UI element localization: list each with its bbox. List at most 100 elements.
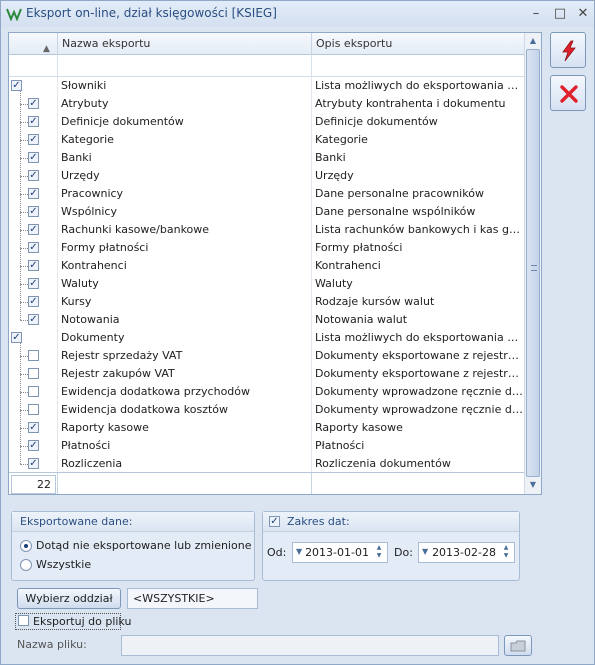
grid-filter-row[interactable]	[9, 55, 524, 77]
row-checkbox[interactable]: ✓	[28, 458, 39, 469]
date-spinner-icon[interactable]: ▲ ▼	[500, 544, 512, 560]
vertical-scrollbar[interactable]: ▲ ▼	[524, 33, 541, 494]
file-name-label: Nazwa pliku:	[17, 638, 87, 651]
row-checkbox[interactable]: ✓	[28, 440, 39, 451]
row-name: Banki	[61, 151, 92, 164]
row-count: 22	[11, 475, 56, 494]
tree-branch-line	[20, 343, 21, 464]
table-row[interactable]: Rejestr zakupów VAT Dokumenty eksportowan…	[9, 365, 524, 383]
row-checkbox[interactable]: ✓	[28, 296, 39, 307]
row-checkbox[interactable]: ✓	[28, 116, 39, 127]
row-name: Rozliczenia	[61, 457, 123, 470]
row-name: Dokumenty	[61, 331, 125, 344]
row-checkbox[interactable]: ✓	[28, 314, 39, 325]
row-name: Atrybuty	[61, 97, 109, 110]
calendar-dropdown-icon[interactable]: ▼	[422, 547, 428, 556]
table-row[interactable]: Ewidencja dodatkowa przychodów Dokumenty …	[9, 383, 524, 401]
table-row[interactable]: Rejestr sprzedaży VAT Dokumenty eksportow…	[9, 347, 524, 365]
radio-all[interactable]	[20, 559, 32, 571]
file-name-field[interactable]	[121, 635, 499, 656]
table-row[interactable]: ✓ Wspólnicy Dane personalne wspólników	[9, 203, 524, 221]
row-description: Waluty	[315, 277, 353, 290]
scroll-up-icon[interactable]: ▲	[525, 33, 541, 49]
table-row[interactable]: ✓ Banki Banki	[9, 149, 524, 167]
calendar-dropdown-icon[interactable]: ▼	[296, 547, 302, 556]
run-export-button[interactable]	[550, 32, 586, 68]
column-header-description[interactable]: Opis eksportu	[312, 33, 524, 55]
row-checkbox[interactable]: ✓	[28, 98, 39, 109]
scroll-down-icon[interactable]: ▼	[525, 477, 541, 493]
table-row[interactable]: ✓ Płatności Płatności	[9, 437, 524, 455]
browse-file-button[interactable]	[504, 635, 532, 656]
column-header-check[interactable]: ▲	[9, 33, 58, 55]
row-name: Ewidencja dodatkowa przychodów	[61, 385, 251, 398]
row-name: Wspólnicy	[61, 205, 117, 218]
date-from-field[interactable]: ▼ 2013-01-01 ▲ ▼	[292, 542, 388, 563]
row-checkbox[interactable]: ✓	[28, 422, 39, 433]
scrollbar-grip-icon	[531, 265, 537, 271]
select-branch-button[interactable]: Wybierz oddział	[17, 588, 121, 609]
table-row[interactable]: ✓ Notowania Notowania walut	[9, 311, 524, 329]
table-row[interactable]: ✓ Kontrahenci Kontrahenci	[9, 257, 524, 275]
date-range-header: Zakres dat:	[263, 512, 519, 532]
column-header-name[interactable]: Nazwa eksportu	[58, 33, 312, 55]
row-checkbox[interactable]: ✓	[11, 80, 22, 91]
date-range-checkbox[interactable]: ✓	[269, 516, 280, 527]
row-checkbox[interactable]: ✓	[28, 152, 39, 163]
date-from-value[interactable]: 2013-01-01	[305, 546, 369, 559]
maximize-button[interactable]: □	[551, 5, 569, 23]
table-row[interactable]: Ewidencja dodatkowa kosztów Dokumenty wpr…	[9, 401, 524, 419]
table-row[interactable]: ✓ Kategorie Kategorie	[9, 131, 524, 149]
lightning-icon	[562, 40, 576, 62]
row-checkbox[interactable]: ✓	[28, 242, 39, 253]
date-spinner-icon[interactable]: ▲ ▼	[373, 544, 385, 560]
filter-divider	[311, 55, 312, 77]
radio-not-exported-label[interactable]: Dotąd nie eksportowane lub zmienione	[36, 539, 251, 553]
exported-data-title: Eksportowane dane:	[12, 512, 254, 532]
export-window: Eksport on-line, dział księgowości [KSIE…	[0, 0, 595, 665]
row-checkbox[interactable]	[28, 386, 39, 397]
row-name: Płatności	[61, 439, 111, 452]
row-checkbox[interactable]: ✓	[28, 134, 39, 145]
row-checkbox[interactable]: ✓	[28, 224, 39, 235]
scrollbar-thumb[interactable]	[526, 49, 540, 477]
table-row[interactable]: ✓ Dokumenty Lista możliwych do eksportowan…	[9, 329, 524, 347]
grid-footer: 22	[9, 472, 524, 494]
row-checkbox[interactable]: ✓	[28, 278, 39, 289]
minimize-button[interactable]: –	[527, 5, 545, 23]
row-description: Dokumenty wprowadzone ręcznie do ewidenc…	[315, 403, 523, 416]
export-to-file-label[interactable]: Eksportuj do pliku	[33, 615, 131, 629]
row-checkbox[interactable]: ✓	[28, 206, 39, 217]
table-row[interactable]: ✓ Słowniki Lista możliwych do eksportowani…	[9, 77, 524, 95]
row-name: Formy płatności	[61, 241, 149, 254]
table-row[interactable]: ✓ Formy płatności Formy płatności	[9, 239, 524, 257]
date-to-field[interactable]: ▼ 2013-02-28 ▲ ▼	[418, 542, 515, 563]
table-row[interactable]: ✓ Raporty kasowe Raporty kasowe	[9, 419, 524, 437]
table-row[interactable]: ✓ Rachunki kasowe/bankowe Lista rachunków …	[9, 221, 524, 239]
date-to-value[interactable]: 2013-02-28	[432, 546, 496, 559]
export-to-file-checkbox[interactable]	[18, 615, 29, 626]
branch-value-field: <WSZYSTKIE>	[127, 588, 258, 609]
row-checkbox[interactable]	[28, 404, 39, 415]
table-row[interactable]: ✓ Rozliczenia Rozliczenia dokumentów	[9, 455, 524, 473]
radio-all-label[interactable]: Wszystkie	[36, 558, 91, 572]
close-button[interactable]: ✕	[574, 5, 592, 23]
cancel-button[interactable]	[550, 75, 586, 111]
table-row[interactable]: ✓ Waluty Waluty	[9, 275, 524, 293]
table-row[interactable]: ✓ Definicje dokumentów Definicje dokumentó…	[9, 113, 524, 131]
table-row[interactable]: ✓ Urzędy Urzędy	[9, 167, 524, 185]
window-title: Eksport on-line, dział księgowości [KSIE…	[26, 6, 277, 20]
row-checkbox[interactable]: ✓	[11, 332, 22, 343]
table-row[interactable]: ✓ Atrybuty Atrybuty kontrahenta i dokument…	[9, 95, 524, 113]
date-range-label: Zakres dat:	[287, 515, 350, 528]
row-checkbox[interactable]: ✓	[28, 260, 39, 271]
row-checkbox[interactable]: ✓	[28, 188, 39, 199]
row-checkbox[interactable]	[28, 350, 39, 361]
radio-not-exported[interactable]	[20, 540, 32, 552]
row-checkbox[interactable]: ✓	[28, 170, 39, 181]
table-row[interactable]: ✓ Pracownicy Dane personalne pracowników	[9, 185, 524, 203]
table-row[interactable]: ✓ Kursy Rodzaje kursów walut	[9, 293, 524, 311]
row-description: Dokumenty eksportowane z rejestru VAT	[315, 367, 523, 380]
row-checkbox[interactable]	[28, 368, 39, 379]
footer-divider	[311, 473, 312, 494]
